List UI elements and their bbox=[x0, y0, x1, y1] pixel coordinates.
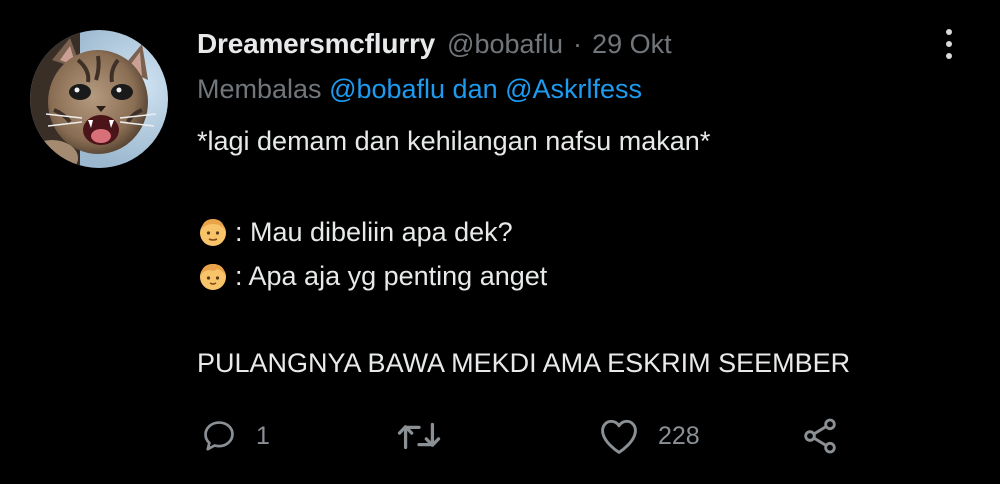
tweet: Dreamersmcflurry @bobaflu · 29 Okt Memba… bbox=[0, 0, 1000, 484]
reply-icon bbox=[204, 421, 234, 451]
more-dot-icon bbox=[946, 41, 952, 47]
display-name[interactable]: Dreamersmcflurry bbox=[197, 28, 435, 60]
child-face-emoji-icon bbox=[200, 264, 226, 290]
tweet-header: Dreamersmcflurry @bobaflu · 29 Okt bbox=[197, 28, 672, 64]
replying-to: Membalas @bobaflu dan @Askrlfess bbox=[197, 74, 642, 105]
retweet-icon bbox=[397, 422, 441, 450]
share-button[interactable] bbox=[800, 412, 840, 460]
more-dot-icon bbox=[946, 29, 952, 35]
more-options-button[interactable] bbox=[932, 24, 966, 64]
tweet-actions: 1 228 bbox=[0, 412, 1000, 460]
reply-count: 1 bbox=[256, 421, 270, 450]
tweet-text-line: : Apa aja yg penting anget bbox=[197, 260, 547, 292]
tweet-text-line: PULANGNYA BAWA MEKDI AMA ESKRIM SEEMBER bbox=[197, 348, 851, 378]
reply-mentions[interactable]: @bobaflu dan @Askrlfess bbox=[329, 74, 642, 104]
share-icon bbox=[804, 418, 836, 454]
heart-icon bbox=[601, 419, 637, 454]
separator-dot: · bbox=[573, 29, 583, 59]
tweet-text-line-content: : Apa aja yg penting anget bbox=[235, 260, 548, 291]
tweet-text-line: *lagi demam dan kehilangan nafsu makan* bbox=[197, 126, 711, 156]
adult-face-emoji-icon bbox=[200, 219, 226, 246]
like-count: 228 bbox=[658, 421, 700, 450]
tweet-date[interactable]: 29 Okt bbox=[592, 29, 672, 60]
avatar[interactable] bbox=[30, 30, 168, 168]
kitten-avatar-icon bbox=[30, 30, 168, 168]
tweet-text-line-content: : Mau dibeliin apa dek? bbox=[235, 216, 513, 247]
reply-button[interactable]: 1 bbox=[200, 412, 270, 460]
tweet-text-line: : Mau dibeliin apa dek? bbox=[197, 216, 513, 248]
user-handle[interactable]: @bobaflu bbox=[447, 29, 563, 60]
retweet-button[interactable] bbox=[396, 412, 460, 460]
more-dot-icon bbox=[946, 53, 952, 59]
like-button[interactable]: 228 bbox=[598, 412, 700, 460]
replying-to-label: Membalas bbox=[197, 74, 322, 104]
